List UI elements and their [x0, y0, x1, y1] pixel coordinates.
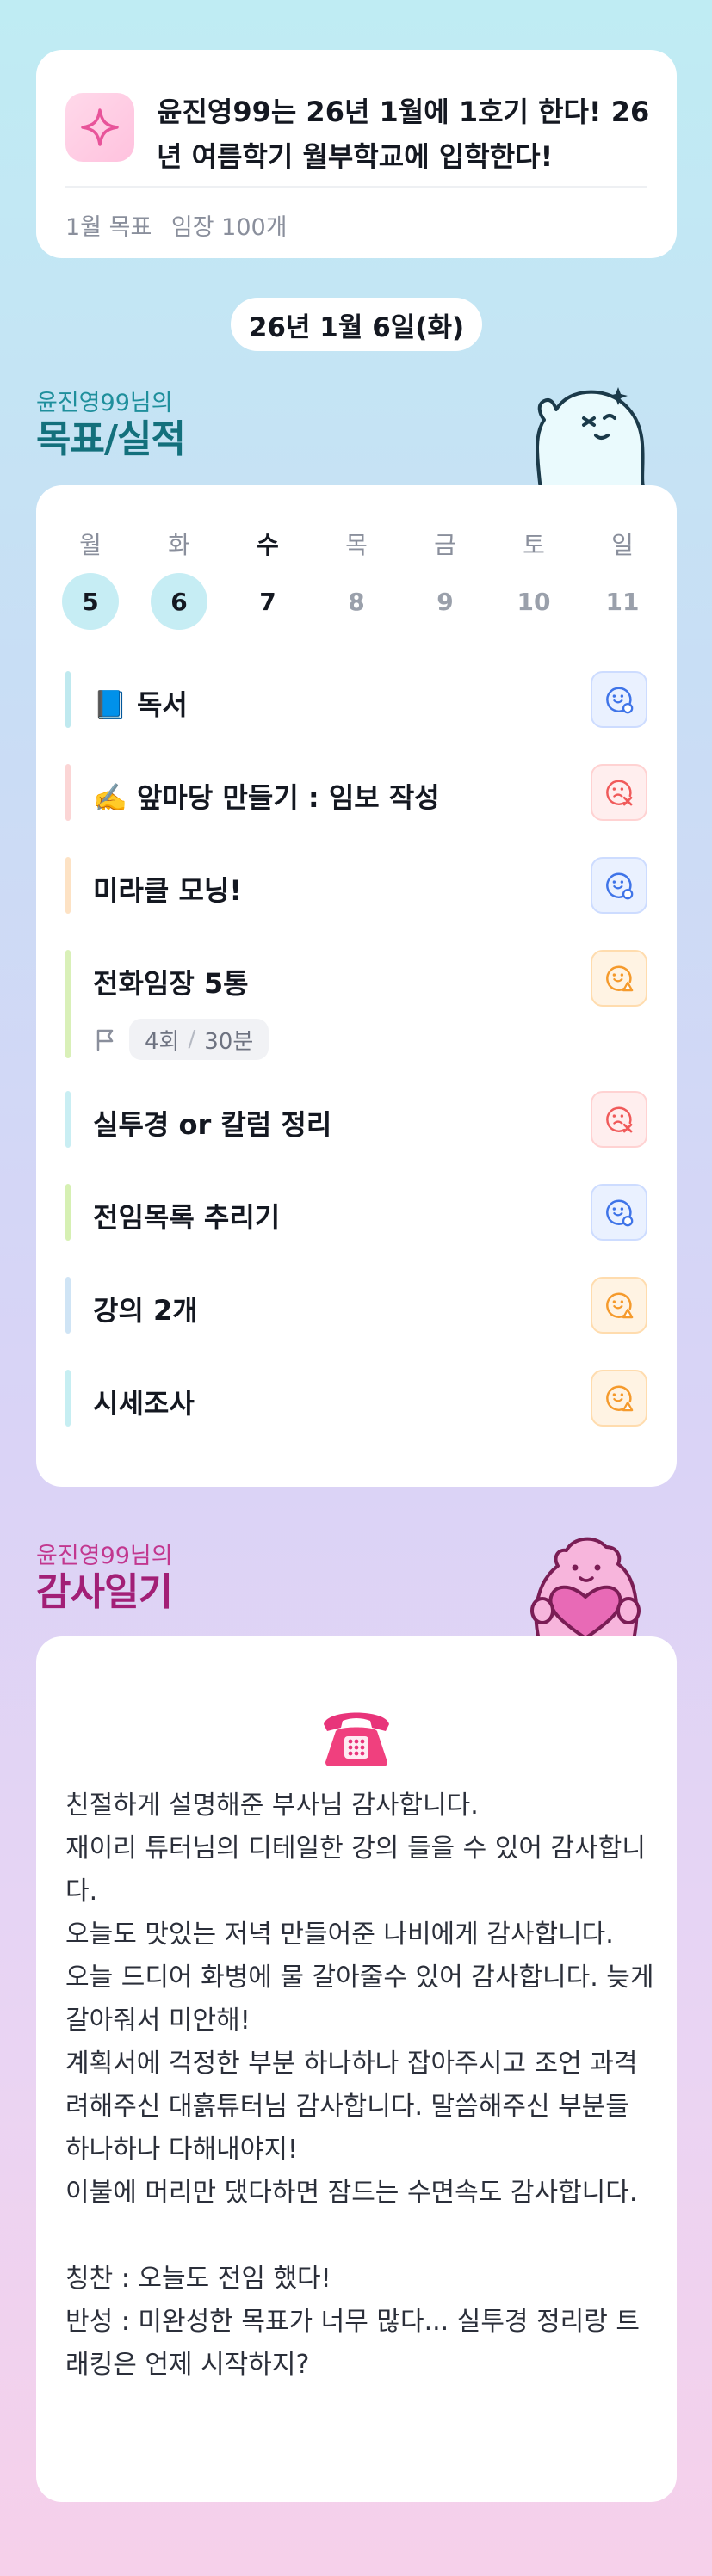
status-done-icon[interactable]	[591, 671, 647, 728]
task-label: 실투경 or 칼럼 정리	[93, 1108, 332, 1141]
task-color-bar	[65, 1184, 71, 1241]
task-color-bar	[65, 764, 71, 821]
day-number: 5	[62, 573, 119, 630]
sparkle-icon	[65, 93, 134, 162]
call-duration: 30분	[204, 1028, 254, 1055]
task-color-bar	[65, 671, 71, 728]
task-label: 강의 2개	[93, 1294, 198, 1327]
day-name: 수	[257, 531, 279, 559]
day-sun[interactable]: 일 11	[594, 527, 651, 630]
day-number: 7	[259, 587, 276, 616]
day-number: 6	[151, 573, 207, 630]
task-label: 미라클 모닝!	[93, 874, 242, 907]
day-tue[interactable]: 화 6	[151, 527, 207, 630]
status-fail-icon[interactable]	[591, 764, 647, 821]
task-label: 전임목록 추리기	[93, 1201, 281, 1234]
goals-section-title: 목표/실적	[36, 417, 186, 461]
goal-card[interactable]: 윤진영99는 26년 1월에 1호기 한다! 26년 여름학기 월부학교에 입학…	[36, 50, 677, 258]
gratitude-card[interactable]: 친절하게 설명해준 부사님 감사합니다. 재이리 튜터님의 디테일한 강의 들을…	[36, 1636, 677, 2502]
task-item[interactable]: ✍️ 앞마당 만들기 : 임보 작성	[65, 764, 647, 821]
day-number: 10	[517, 587, 551, 616]
task-item[interactable]: 미라클 모닝!	[65, 857, 647, 914]
task-label: ✍️ 앞마당 만들기 : 임보 작성	[93, 781, 440, 814]
ghost-mascot-icon	[536, 387, 646, 490]
divider	[65, 186, 647, 188]
day-number: 8	[348, 587, 365, 616]
task-item[interactable]: 강의 2개	[65, 1277, 647, 1334]
task-item[interactable]: 실투경 or 칼럼 정리	[65, 1091, 647, 1148]
day-thu[interactable]: 목 8	[328, 527, 385, 630]
heart-mascot-icon	[530, 1537, 641, 1640]
task-color-bar	[65, 1277, 71, 1334]
day-name: 일	[611, 531, 634, 559]
goal-title: 윤진영99는 26년 1월에 1호기 한다! 26년 여름학기 월부학교에 입학…	[157, 96, 650, 173]
day-mon[interactable]: 월 5	[62, 527, 119, 630]
task-item[interactable]: 전임목록 추리기	[65, 1184, 647, 1241]
task-color-bar	[65, 1091, 71, 1148]
task-color-bar	[65, 857, 71, 914]
month-goal-label: 1월 목표	[65, 214, 152, 241]
flag-icon	[96, 1029, 114, 1051]
day-wed[interactable]: 수 7	[239, 527, 296, 630]
task-label: 📘 독서	[93, 688, 188, 721]
day-name: 금	[434, 531, 456, 559]
month-goal: 1월 목표 임장 100개	[65, 208, 288, 242]
month-goal-value: 임장 100개	[170, 214, 288, 241]
status-partial-icon[interactable]	[591, 1277, 647, 1334]
task-item[interactable]: 시세조사	[65, 1370, 647, 1427]
day-number: 9	[436, 587, 454, 616]
task-color-bar	[65, 950, 71, 1058]
date-pill[interactable]: 26년 1월 6일(화)	[231, 298, 482, 351]
day-name: 월	[79, 531, 102, 559]
day-sat[interactable]: 토 10	[505, 527, 562, 630]
call-count: 4회	[145, 1028, 180, 1055]
telephone-icon	[324, 1712, 389, 1766]
goals-card: 월 5 화 6 수 7 목 8 금 9 토 10 일 11 📘 독서 ✍️ 앞마…	[36, 485, 677, 1487]
status-done-icon[interactable]	[591, 1184, 647, 1241]
task-detail: 4회 / 30분	[93, 1019, 269, 1060]
separator: /	[188, 1026, 196, 1052]
task-label: 시세조사	[93, 1387, 195, 1420]
week-strip: 월 5 화 6 수 7 목 8 금 9 토 10 일 11	[62, 527, 651, 630]
task-color-bar	[65, 1370, 71, 1427]
day-number: 11	[605, 587, 640, 616]
thanks-section-title: 감사일기	[36, 1570, 173, 1614]
day-name: 토	[523, 531, 545, 559]
gratitude-text: 친절하게 설명해준 부사님 감사합니다. 재이리 튜터님의 디테일한 강의 들을…	[65, 1790, 654, 2380]
day-fri[interactable]: 금 9	[417, 527, 474, 630]
task-label: 전화임장 5통	[93, 967, 249, 1000]
day-name: 목	[345, 531, 368, 559]
status-partial-icon[interactable]	[591, 1370, 647, 1427]
status-fail-icon[interactable]	[591, 1091, 647, 1148]
status-partial-icon[interactable]	[591, 950, 647, 1007]
task-item[interactable]: 📘 독서	[65, 671, 647, 728]
day-name: 화	[168, 531, 190, 559]
task-item[interactable]: 전화임장 5통 4회 / 30분	[65, 950, 647, 1060]
detail-chip: 4회 / 30분	[129, 1019, 269, 1060]
status-done-icon[interactable]	[591, 857, 647, 914]
